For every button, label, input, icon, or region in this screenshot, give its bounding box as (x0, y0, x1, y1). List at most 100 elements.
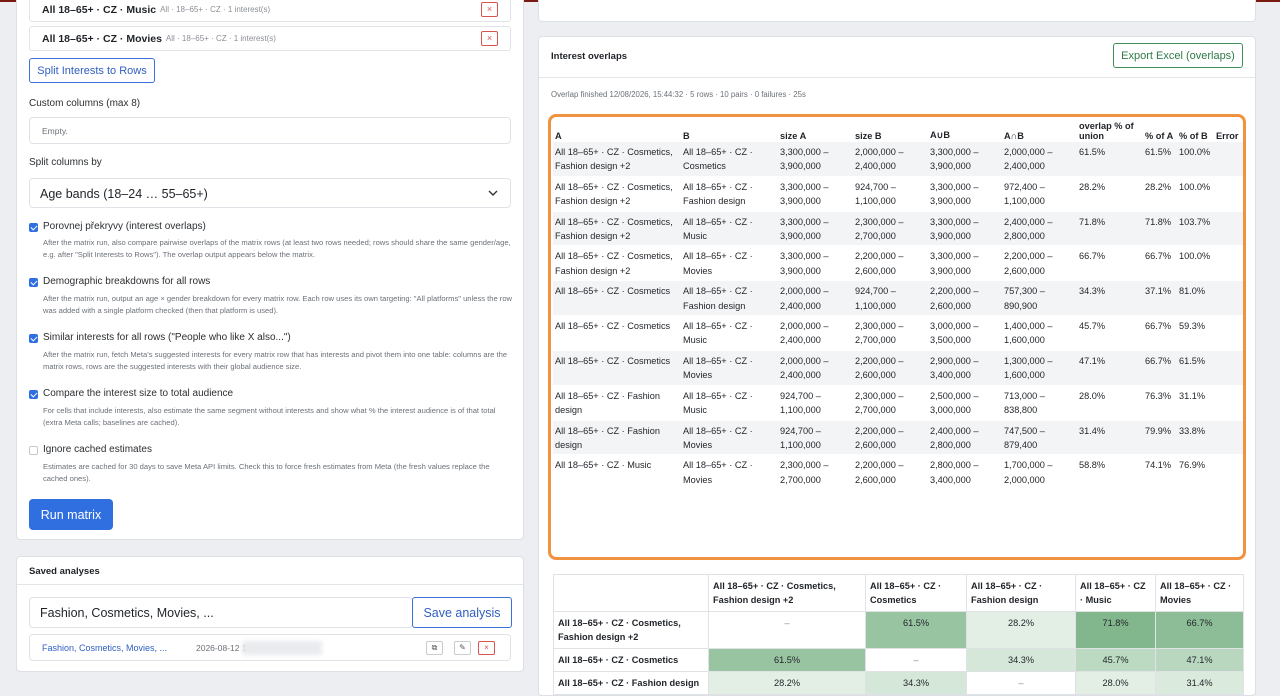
demographic-option-desc: After the matrix run, output an age × ge… (43, 294, 513, 316)
overlap-cell: 74.1% (1143, 454, 1177, 490)
overlap-cell (1214, 384, 1243, 420)
overlap-cell: 71.8% (1077, 210, 1143, 246)
overlap-cell: 28.2% (1143, 175, 1177, 212)
overlap-cell: 747,500 – 879,400 (1002, 419, 1077, 455)
matrix-cell: 31.4% (1155, 671, 1244, 695)
overlap-cell: All 18–65+ · CZ · Cosmetics (553, 280, 681, 316)
overlap-cell: All 18–65+ · CZ · Movies (681, 349, 778, 386)
overlap-cell: 757,300 – 890,900 (1002, 280, 1077, 316)
overlap-cell (1214, 210, 1243, 246)
interest-row: All 18–65+ · CZ · Movies All · 18–65+ · … (29, 26, 511, 51)
saved-analysis-name[interactable]: Fashion, Cosmetics, Movies, ... (42, 643, 167, 653)
matrix-row-label: All 18–65+ · CZ · Cosmetics (553, 648, 709, 672)
overlap-cell: 100.0% (1177, 175, 1214, 212)
column-header: % of A (1145, 131, 1174, 141)
overlap-cell (1214, 419, 1243, 455)
matrix-cell: – (966, 671, 1076, 695)
matrix-row-label: All 18–65+ · CZ · Fashion design (553, 671, 709, 695)
edit-icon[interactable]: ✎ (454, 641, 471, 655)
overlap-cell: 45.7% (1077, 315, 1143, 351)
column-header: A (555, 131, 562, 141)
overlap-checkbox[interactable] (29, 223, 38, 232)
overlap-cell: 79.9% (1143, 419, 1177, 455)
ignore-cache-checkbox[interactable] (29, 446, 38, 455)
remove-row-button[interactable]: × (481, 2, 498, 17)
column-header: size A (780, 131, 807, 141)
run-matrix-button[interactable]: Run matrix (29, 499, 113, 530)
overlap-cell: 713,000 – 838,800 (1002, 384, 1077, 420)
overlap-cell: 100.0% (1177, 245, 1214, 281)
overlap-cell: All 18–65+ · CZ · Movies (681, 454, 778, 490)
custom-columns-field[interactable]: Empty. (29, 117, 511, 144)
column-header: size B (855, 131, 882, 141)
overlap-cell: 924,700 – 1,100,000 (778, 384, 853, 420)
overlap-cell: 2,000,000 – 2,400,000 (853, 141, 928, 177)
matrix-cell: 34.3% (966, 648, 1076, 672)
overlap-row: All 18–65+ · CZ · Cosmetics, Fashion des… (553, 175, 1243, 212)
overlap-cell: 66.7% (1143, 315, 1177, 351)
overlap-cell: All 18–65+ · CZ · Movies (681, 419, 778, 455)
overlap-cell (1214, 349, 1243, 386)
overlap-cell: All 18–65+ · CZ · Cosmetics (553, 349, 681, 386)
overlap-cell: 1,700,000 – 2,000,000 (1002, 454, 1077, 490)
saved-analyses-title: Saved analyses (17, 557, 523, 585)
analysis-name-input[interactable]: Fashion, Cosmetics, Movies, ... (29, 597, 413, 628)
overlap-cell: 61.5% (1077, 141, 1143, 177)
overlap-cell: 2,200,000 – 2,600,000 (1002, 245, 1077, 281)
overlap-cell: 100.0% (1177, 141, 1214, 177)
column-header: A∩B (1004, 131, 1024, 141)
saved-analysis-item[interactable]: Fashion, Cosmetics, Movies, ... 2026-08-… (29, 634, 511, 661)
column-header: % of B (1179, 131, 1208, 141)
overlap-cell (1214, 454, 1243, 490)
demographic-checkbox[interactable] (29, 278, 38, 287)
overlap-row: All 18–65+ · CZ · Cosmetics, Fashion des… (553, 245, 1243, 281)
split-interests-button[interactable]: Split Interests to Rows (29, 58, 155, 83)
column-header: A∪B (930, 130, 950, 140)
matrix-cell: 61.5% (708, 648, 866, 672)
overlap-cell: 2,000,000 – 2,400,000 (778, 315, 853, 351)
overlap-cell: All 18–65+ · CZ · Cosmetics, Fashion des… (553, 141, 681, 177)
split-columns-select[interactable]: Age bands (18–24 … 55–65+) (29, 178, 511, 208)
overlap-cell: 2,500,000 – 3,000,000 (928, 384, 1002, 420)
overlap-cell: All 18–65+ · CZ · Music (553, 454, 681, 490)
overlap-cell: 2,300,000 – 2,700,000 (853, 384, 928, 420)
similar-interests-checkbox[interactable] (29, 334, 38, 343)
matrix-cell: 47.1% (1155, 648, 1244, 672)
overlap-cell: 3,300,000 – 3,900,000 (928, 141, 1002, 177)
matrix-cell: – (865, 648, 967, 672)
compare-total-checkbox[interactable] (29, 390, 38, 399)
overlap-cell: 3,300,000 – 3,900,000 (928, 210, 1002, 246)
overlap-cell: 31.1% (1177, 384, 1214, 420)
delete-icon[interactable]: × (478, 641, 495, 655)
matrix-column-header: All 18–65+ · CZ · Cosmetics, Fashion des… (708, 574, 866, 612)
overlap-cell: 59.3% (1177, 315, 1214, 351)
overlap-cell: 71.8% (1143, 210, 1177, 246)
custom-columns-value: Empty. (42, 126, 68, 136)
matrix-cell: 61.5% (865, 611, 967, 649)
export-excel-button[interactable]: Export Excel (overlaps) (1113, 43, 1243, 68)
remove-row-button[interactable]: × (481, 31, 498, 46)
overlap-option-label: Porovnej překryvy (interest overlaps) (43, 221, 206, 232)
matrix-cell: 45.7% (1075, 648, 1156, 672)
split-columns-value: Age bands (18–24 … 55–65+) (40, 187, 208, 201)
overlap-cell (1214, 175, 1243, 212)
interest-row: All 18–65+ · CZ · Music All · 18–65+ · C… (29, 0, 511, 22)
matrix-column-header: All 18–65+ · CZ · Cosmetics (865, 574, 967, 612)
matrix-cell: 28.2% (708, 671, 866, 695)
overlap-cell: 81.0% (1177, 280, 1214, 316)
overlap-cell: 3,300,000 – 3,900,000 (778, 210, 853, 246)
overlap-cell: 924,700 – 1,100,000 (853, 280, 928, 316)
overlap-cell: All 18–65+ · CZ · Music (681, 315, 778, 351)
overlap-cell: 61.5% (1143, 141, 1177, 177)
overlap-cell: 2,800,000 – 3,400,000 (928, 454, 1002, 490)
similar-interests-option-desc: After the matrix run, fetch Meta's sugge… (43, 350, 508, 372)
overlap-cell: 924,700 – 1,100,000 (853, 175, 928, 212)
interest-row-meta: All · 18–65+ · CZ · 1 interest(s) (160, 5, 271, 14)
save-analysis-button[interactable]: Save analysis (412, 597, 512, 628)
overlap-cell: 66.7% (1077, 245, 1143, 281)
overlap-cell: All 18–65+ · CZ · Music (681, 210, 778, 246)
ignore-cache-option-desc: Estimates are cached for 30 days to save… (43, 462, 490, 484)
overlap-row: All 18–65+ · CZ · Cosmetics All 18–65+ · … (553, 349, 1243, 386)
overlap-cell: 1,400,000 – 1,600,000 (1002, 315, 1077, 351)
copy-icon[interactable]: ⧉ (426, 641, 443, 655)
